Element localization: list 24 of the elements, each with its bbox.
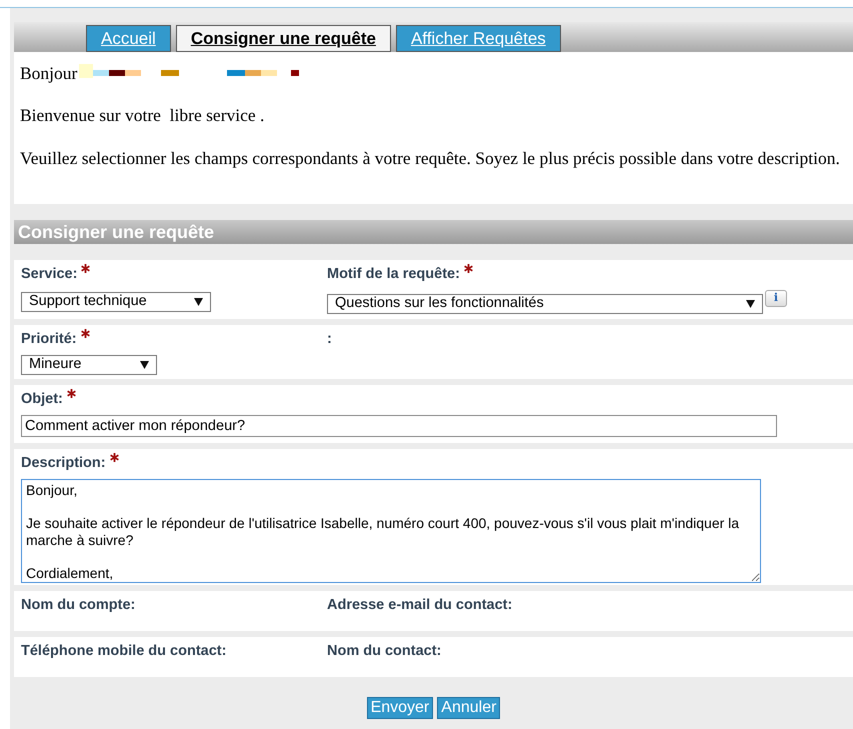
dropdown-arrow-icon [140, 361, 149, 369]
field-label: Priorité: [21, 330, 77, 349]
dropdown-arrow-icon [194, 298, 203, 306]
field-label: Objet: [21, 390, 63, 409]
dropdown[interactable]: Support technique [21, 292, 211, 312]
dropdown[interactable]: Mineure [21, 355, 157, 375]
field-label: Nom du contact: [327, 642, 442, 661]
description-textarea[interactable]: Bonjour, Je souhaite activer le répondeur de l'utilisatrice Isabelle, numéro court 400, pouvez-vous s'il vous plait m'indiquer la marche à suivre? Cordialement, [21, 479, 761, 583]
field-label: Téléphone mobile du contact: [21, 642, 226, 661]
field-label: Service: [21, 265, 78, 284]
field-label: Motif de la requête: [327, 265, 460, 284]
section-header: Consigner une requête [14, 220, 853, 244]
field-label: Adresse e-mail du contact: [327, 596, 512, 615]
tab[interactable]: Consigner une requête [176, 25, 391, 52]
welcome-text: Bienvenue sur votre libre service . [20, 104, 266, 128]
dropdown[interactable]: Questions sur les fonctionnalités [327, 294, 763, 314]
field-label: Description: [21, 454, 106, 473]
field-label: : [327, 330, 332, 349]
info-button[interactable]: i [765, 290, 787, 307]
dropdown-arrow-icon [746, 300, 755, 308]
field-label: Nom du compte: [21, 596, 136, 615]
greeting-text: Bonjour [20, 62, 78, 85]
input-field[interactable]: Comment activer mon répondeur? [21, 415, 777, 437]
instructions-text: Veuillez selectionner les champs correspondants à votre requête. Soyez le plus précis possible dans votre description. [20, 146, 841, 168]
